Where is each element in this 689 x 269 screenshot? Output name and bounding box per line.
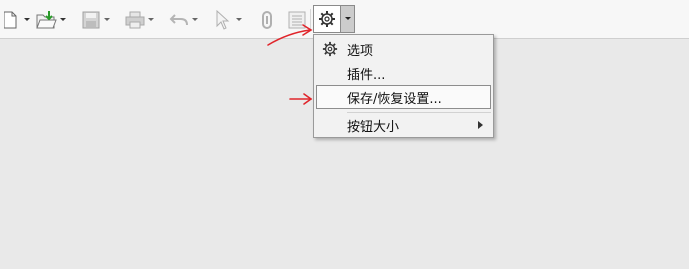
- gear-icon: [319, 11, 335, 27]
- print-dropdown[interactable]: [146, 9, 156, 31]
- printer-icon: [125, 11, 145, 29]
- list-icon: [288, 11, 306, 29]
- undo-icon: [169, 14, 188, 26]
- chevron-down-icon: [104, 18, 110, 21]
- settings-dropdown[interactable]: [341, 5, 355, 33]
- menu-item-label: 保存/恢复设置...: [347, 91, 442, 107]
- pointer-button[interactable]: [212, 9, 234, 31]
- paperclip-icon: [262, 11, 272, 29]
- chevron-down-icon: [236, 18, 242, 21]
- gear-icon: [322, 41, 338, 57]
- menu-item-save-restore-settings[interactable]: 保存/恢复设置...: [316, 85, 491, 109]
- list-button[interactable]: [286, 9, 308, 31]
- chevron-down-icon: [148, 18, 154, 21]
- menu-item-label: 按钮大小: [347, 119, 400, 135]
- attachment-button[interactable]: [256, 9, 278, 31]
- chevron-down-icon: [24, 18, 30, 21]
- menu-item-options[interactable]: 选项: [316, 37, 491, 61]
- menu-item-button-size[interactable]: 按钮大小: [316, 113, 491, 137]
- annotation-arrow-save-restore: [289, 93, 313, 105]
- new-file-button[interactable]: [0, 9, 22, 31]
- new-file-icon: [4, 11, 17, 29]
- save-button[interactable]: [80, 9, 102, 31]
- print-button[interactable]: [124, 9, 146, 31]
- floppy-disk-icon: [82, 11, 100, 29]
- menu-item-plugins[interactable]: 插件...: [316, 61, 491, 85]
- settings-button[interactable]: [313, 5, 341, 33]
- toolbar-separator: [310, 9, 311, 29]
- submenu-arrow-icon: [478, 121, 483, 129]
- new-file-dropdown[interactable]: [22, 9, 32, 31]
- open-dropdown[interactable]: [58, 9, 68, 31]
- chevron-down-icon: [192, 18, 198, 21]
- open-button[interactable]: [36, 9, 58, 31]
- undo-button[interactable]: [168, 9, 190, 31]
- pointer-icon: [216, 10, 230, 30]
- chevron-down-icon: [60, 18, 66, 21]
- open-folder-icon: [36, 11, 57, 29]
- menu-item-label: 选项: [347, 43, 374, 59]
- settings-menu: 选项 插件... 保存/恢复设置... 按钮大小: [313, 34, 494, 138]
- menu-item-label: 插件...: [347, 67, 386, 83]
- save-dropdown[interactable]: [102, 9, 112, 31]
- undo-dropdown[interactable]: [190, 9, 200, 31]
- pointer-dropdown[interactable]: [234, 9, 244, 31]
- chevron-down-icon: [344, 17, 351, 20]
